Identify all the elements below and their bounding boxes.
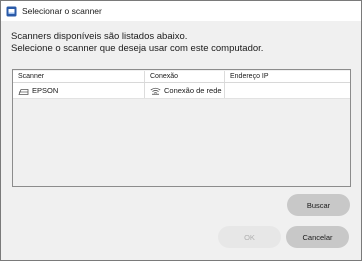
cancel-button[interactable]: Cancelar <box>286 226 349 248</box>
scanner-app-icon <box>6 6 17 17</box>
scanner-name: EPSON <box>32 86 59 95</box>
search-button[interactable]: Buscar <box>287 194 350 216</box>
title-bar: Selecionar o scanner <box>1 1 361 21</box>
column-header-scanner[interactable]: Scanner <box>13 71 145 82</box>
scanner-select-dialog: Selecionar o scanner Scanners disponívei… <box>0 0 362 261</box>
scanner-row[interactable]: EPSON Conexão de rede <box>13 83 350 99</box>
connection-type: Conexão de rede <box>164 86 222 95</box>
ok-button[interactable]: OK <box>218 226 281 248</box>
instruction-line-1: Scanners disponíveis são listados abaixo… <box>11 31 188 42</box>
column-header-connection[interactable]: Conexão <box>145 71 225 82</box>
wifi-icon <box>150 87 161 95</box>
scanner-cell: EPSON <box>13 83 145 98</box>
scanner-list[interactable]: Scanner Conexão Endereço IP EPSON Conexã… <box>12 69 351 187</box>
instructions: Scanners disponíveis são listados abaixo… <box>11 31 263 55</box>
ip-address-cell <box>225 83 350 98</box>
list-header: Scanner Conexão Endereço IP <box>13 71 350 83</box>
instruction-line-2: Selecione o scanner que deseja usar com … <box>11 43 264 54</box>
connection-cell: Conexão de rede <box>145 83 225 98</box>
scanner-icon <box>18 87 29 95</box>
dialog-content: Scanners disponíveis são listados abaixo… <box>1 21 361 260</box>
column-header-ip[interactable]: Endereço IP <box>225 71 350 82</box>
window-title: Selecionar o scanner <box>22 6 102 16</box>
